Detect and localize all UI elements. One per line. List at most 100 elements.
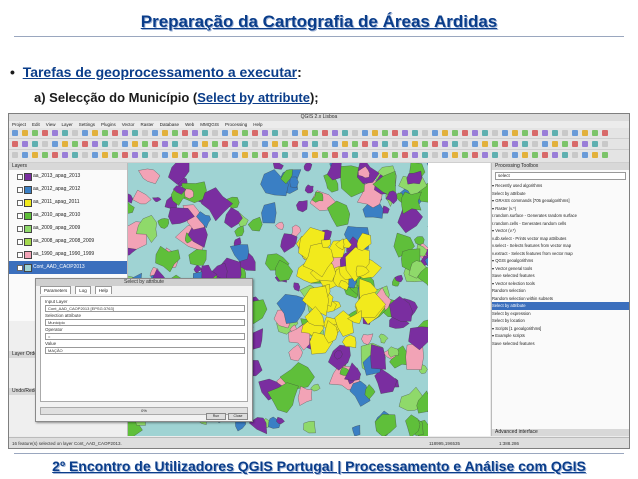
toolbox-item[interactable]: Select by location — [492, 317, 629, 325]
toolbar-tool-icon[interactable] — [152, 130, 158, 136]
toolbar-tool-icon[interactable] — [52, 130, 58, 136]
toolbar-tool-icon[interactable] — [532, 130, 538, 136]
toolbar-tool-icon[interactable] — [482, 152, 488, 158]
toolbar-tool-icon[interactable] — [192, 130, 198, 136]
tasks-link[interactable]: Tarefas de geoprocessamento a executar — [23, 64, 297, 80]
toolbar-tool-icon[interactable] — [142, 130, 148, 136]
toolbar-tool-icon[interactable] — [442, 130, 448, 136]
toolbar-tool-icon[interactable] — [532, 141, 538, 147]
toolbar-tool-icon[interactable] — [132, 152, 138, 158]
toolbar-tool-icon[interactable] — [102, 130, 108, 136]
layer-item[interactable]: aa_2008_apag_2008_2009 — [9, 235, 127, 248]
toolbar-tool-icon[interactable] — [372, 130, 378, 136]
toolbar-tool-icon[interactable] — [392, 152, 398, 158]
toolbar-tool-icon[interactable] — [552, 141, 558, 147]
toolbar-tool-icon[interactable] — [582, 141, 588, 147]
toolbar-tool-icon[interactable] — [272, 141, 278, 147]
toolbar-tool-icon[interactable] — [512, 130, 518, 136]
toolbar-tool-icon[interactable] — [202, 152, 208, 158]
toolbox-item[interactable]: Select by attribute — [492, 190, 629, 198]
toolbar-tool-icon[interactable] — [42, 152, 48, 158]
toolbar-tool-icon[interactable] — [22, 130, 28, 136]
toolbar-tool-icon[interactable] — [322, 152, 328, 158]
layer-item[interactable]: Cont_AAD_CAOP2013 — [9, 261, 127, 274]
toolbar-tool-icon[interactable] — [352, 152, 358, 158]
toolbar-tool-icon[interactable] — [562, 152, 568, 158]
toolbox-search-input[interactable]: select — [495, 172, 626, 180]
menu-item[interactable]: Vector — [122, 121, 135, 128]
toolbar-tool-icon[interactable] — [282, 141, 288, 147]
toolbar-tool-icon[interactable] — [332, 141, 338, 147]
toolbar-tool-icon[interactable] — [432, 152, 438, 158]
toolbar-tool-icon[interactable] — [352, 130, 358, 136]
toolbar-tool-icon[interactable] — [542, 141, 548, 147]
layer-visibility-checkbox[interactable] — [17, 265, 23, 271]
menu-item[interactable]: View — [46, 121, 56, 128]
menu-item[interactable]: Settings — [79, 121, 95, 128]
toolbar-tool-icon[interactable] — [322, 130, 328, 136]
layer-item[interactable]: aa_2009_apag_2009 — [9, 222, 127, 235]
toolbar-tool-icon[interactable] — [122, 152, 128, 158]
toolbar-tool-icon[interactable] — [372, 152, 378, 158]
input-layer-select[interactable]: Cont_AAD_CAOP2013 [EPSG:3763] — [45, 305, 245, 312]
toolbar-tool-icon[interactable] — [192, 141, 198, 147]
toolbar-tool-icon[interactable] — [412, 141, 418, 147]
layer-visibility-checkbox[interactable] — [17, 213, 23, 219]
toolbar-tool-icon[interactable] — [422, 152, 428, 158]
toolbar-tool-icon[interactable] — [592, 130, 598, 136]
toolbar-tool-icon[interactable] — [262, 141, 268, 147]
toolbar-tool-icon[interactable] — [482, 141, 488, 147]
toolbar-tool-icon[interactable] — [152, 152, 158, 158]
toolbar-tool-icon[interactable] — [122, 141, 128, 147]
menu-item[interactable]: Layer — [61, 121, 72, 128]
toolbar-tool-icon[interactable] — [372, 141, 378, 147]
toolbar-tool-icon[interactable] — [512, 152, 518, 158]
toolbar-tool-icon[interactable] — [72, 141, 78, 147]
toolbar-tool-icon[interactable] — [442, 141, 448, 147]
menu-item[interactable]: Database — [160, 121, 179, 128]
toolbar-tool-icon[interactable] — [362, 152, 368, 158]
toolbar-tool-icon[interactable] — [222, 141, 228, 147]
toolbar-tool-icon[interactable] — [62, 130, 68, 136]
toolbar-tool-icon[interactable] — [12, 130, 18, 136]
toolbar-tool-icon[interactable] — [562, 141, 568, 147]
toolbar-tool-icon[interactable] — [212, 130, 218, 136]
toolbar-tool-icon[interactable] — [82, 130, 88, 136]
toolbar-tool-icon[interactable] — [82, 152, 88, 158]
toolbar-tool-icon[interactable] — [382, 141, 388, 147]
toolbar-tool-icon[interactable] — [542, 152, 548, 158]
toolbar-tool-icon[interactable] — [452, 141, 458, 147]
toolbox-item[interactable]: ▾ Vector (v.*) — [492, 227, 629, 235]
tab-help[interactable]: Help — [94, 286, 113, 294]
toolbar-tool-icon[interactable] — [282, 152, 288, 158]
toolbar-tool-icon[interactable] — [262, 130, 268, 136]
toolbar-tool-icon[interactable] — [222, 130, 228, 136]
close-button[interactable]: Close — [228, 413, 248, 420]
tab-parameters[interactable]: Parameters — [40, 286, 72, 294]
toolbar-tool-icon[interactable] — [142, 152, 148, 158]
toolbar-tool-icon[interactable] — [32, 152, 38, 158]
toolbar-tool-icon[interactable] — [22, 141, 28, 147]
menu-item[interactable]: Edit — [32, 121, 40, 128]
toolbar-tool-icon[interactable] — [342, 130, 348, 136]
toolbar-tool-icon[interactable] — [522, 130, 528, 136]
toolbox-item[interactable]: ▾ Raster (v.*) — [492, 205, 629, 213]
toolbar-tool-icon[interactable] — [572, 130, 578, 136]
toolbar-tool-icon[interactable] — [142, 141, 148, 147]
layer-visibility-checkbox[interactable] — [17, 200, 23, 206]
toolbar-tool-icon[interactable] — [302, 141, 308, 147]
toolbar-tool-icon[interactable] — [532, 152, 538, 158]
toolbar-tool-icon[interactable] — [522, 141, 528, 147]
toolbar-tool-icon[interactable] — [352, 141, 358, 147]
toolbar-tool-icon[interactable] — [502, 130, 508, 136]
toolbar-tool-icon[interactable] — [252, 130, 258, 136]
toolbar-tool-icon[interactable] — [302, 152, 308, 158]
toolbar-tool-icon[interactable] — [92, 152, 98, 158]
toolbar-tool-icon[interactable] — [552, 130, 558, 136]
toolbar-tool-icon[interactable] — [362, 130, 368, 136]
toolbox-item[interactable]: ▾ QGIS geoalgorithms — [492, 257, 629, 265]
toolbox-item[interactable]: Save selected features — [492, 340, 629, 348]
toolbar-tool-icon[interactable] — [212, 152, 218, 158]
toolbar-tool-icon[interactable] — [112, 141, 118, 147]
layer-item[interactable]: aa_2013_apag_2013 — [9, 170, 127, 183]
